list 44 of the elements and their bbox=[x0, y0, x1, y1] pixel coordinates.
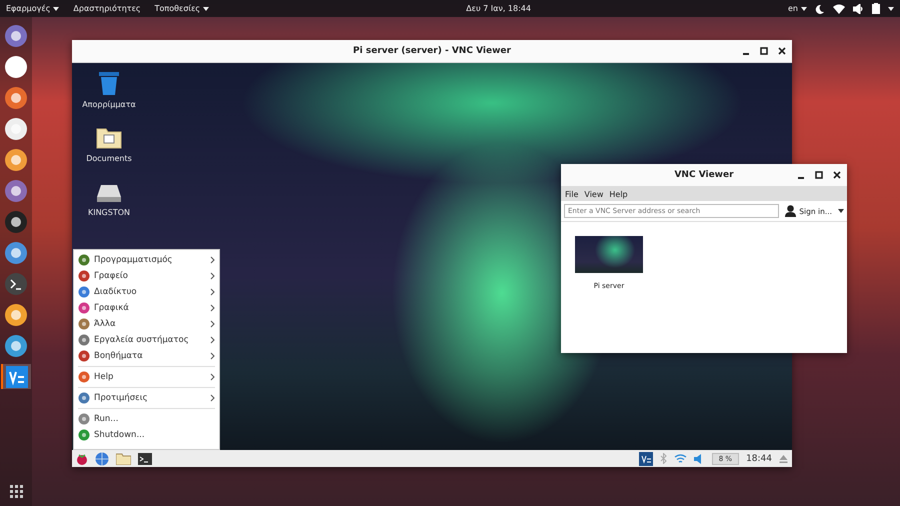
menu-item[interactable]: Shutdown... bbox=[74, 427, 219, 443]
desktop-thumbnail bbox=[575, 236, 643, 273]
language-menu[interactable]: en bbox=[788, 4, 807, 13]
wifi-icon[interactable] bbox=[833, 4, 845, 14]
menu-item[interactable]: Run... bbox=[74, 411, 219, 427]
icon-label[interactable]: Documents bbox=[86, 154, 132, 163]
menu-item[interactable]: Help bbox=[609, 190, 628, 198]
caret-icon[interactable] bbox=[888, 6, 894, 10]
caret-icon bbox=[801, 6, 807, 10]
menu-item[interactable]: Help bbox=[74, 369, 219, 385]
menu-item[interactable]: View bbox=[584, 190, 604, 198]
icon-label[interactable]: KINGSTON bbox=[88, 208, 130, 217]
maximize-icon[interactable] bbox=[815, 171, 823, 179]
terminal-icon[interactable] bbox=[4, 272, 28, 296]
menu-item[interactable]: Γραφικά bbox=[74, 300, 219, 316]
vnc-icon[interactable] bbox=[5, 364, 29, 388]
top-menu[interactable]: Τοποθεσίες bbox=[154, 4, 210, 13]
menu-item[interactable]: Προγραμματισμός bbox=[74, 252, 219, 268]
menu-item[interactable]: File bbox=[565, 190, 578, 198]
window-title: Pi server (server) - VNC Viewer bbox=[353, 46, 511, 56]
volume-icon[interactable] bbox=[853, 4, 864, 14]
top-menu[interactable]: Εφαρμογές bbox=[6, 4, 60, 13]
menu-item[interactable]: Διαδίκτυο bbox=[74, 284, 219, 300]
vnc-icon[interactable] bbox=[638, 452, 653, 466]
terminal-icon[interactable] bbox=[138, 452, 152, 464]
menu-item[interactable]: Γραφείο bbox=[74, 268, 219, 284]
menu-item[interactable]: Εργαλεία συστήματος bbox=[74, 332, 219, 348]
close-icon[interactable] bbox=[778, 47, 786, 55]
menu-item[interactable]: Βοηθήματα bbox=[74, 348, 219, 364]
window-title: VNC Viewer bbox=[674, 170, 734, 180]
app-grid-icon[interactable] bbox=[10, 485, 22, 498]
close-icon[interactable] bbox=[833, 171, 841, 179]
clock[interactable]: 18:44 bbox=[746, 454, 772, 464]
moon-icon[interactable] bbox=[815, 4, 825, 14]
top-menu[interactable]: Δραστηριότητες bbox=[73, 4, 141, 13]
person-icon bbox=[785, 205, 796, 217]
icon-label[interactable]: Απορρίμματα bbox=[82, 100, 136, 109]
menu-item[interactable]: Προτιμήσεις bbox=[74, 390, 219, 406]
battery-icon[interactable] bbox=[872, 3, 880, 14]
raspberry-icon[interactable] bbox=[76, 452, 88, 464]
caret-icon[interactable] bbox=[838, 209, 844, 213]
maximize-icon[interactable] bbox=[760, 47, 768, 55]
menu-item[interactable]: Άλλα bbox=[74, 316, 219, 332]
clock[interactable]: Δευ 7 Ιαν, 18:44 bbox=[466, 4, 531, 13]
